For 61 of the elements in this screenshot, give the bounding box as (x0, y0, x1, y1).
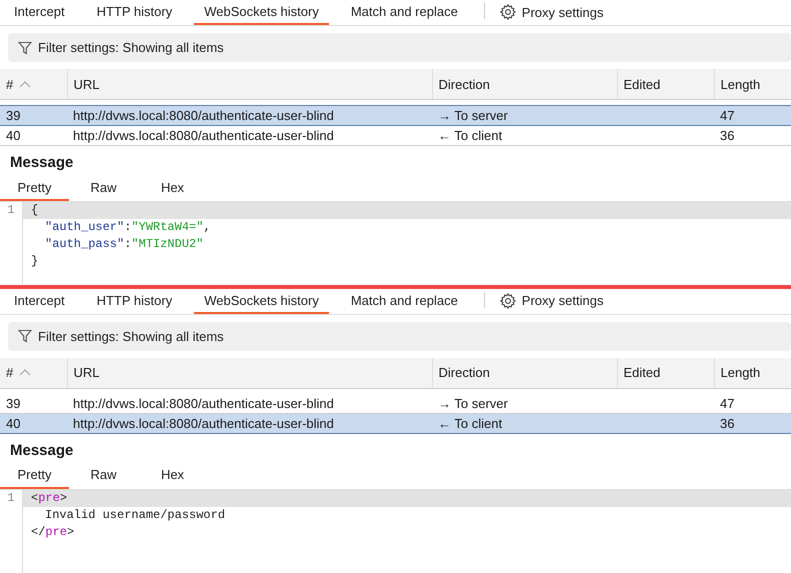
filter-icon (18, 329, 32, 343)
proxy-tab[interactable]: Match and replace (340, 292, 468, 314)
code-line: </pre> (30, 524, 76, 540)
filter-icon (18, 40, 32, 54)
column-header[interactable]: Edited (617, 358, 714, 388)
table-cell: → To server (438, 396, 508, 410)
proxy-settings-button[interactable]: Proxy settings (498, 292, 604, 314)
column-header[interactable]: # (0, 358, 67, 388)
table-row[interactable]: 40 http://dvws.local:8080/authenticate-user-blind ← To client 36 (0, 413, 791, 433)
table-cell: 40 (6, 416, 20, 430)
table-cell: ← To client (438, 128, 502, 143)
filter-settings-button[interactable]: Filter settings: Showing all items (18, 328, 224, 344)
table-cell: ← To client (438, 416, 502, 430)
proxy-tab[interactable]: WebSockets history (194, 292, 329, 314)
proxy-tab[interactable]: WebSockets history (194, 4, 329, 25)
table-cell: http://dvws.local:8080/authenticate-user-blind (73, 108, 334, 123)
column-header[interactable]: Direction (432, 358, 617, 388)
view-tab[interactable]: Raw (69, 462, 138, 488)
view-tab[interactable]: Raw (69, 175, 138, 201)
sort-ascending-icon (19, 369, 32, 376)
table-cell: 39 (6, 108, 20, 123)
message-title: Message (9, 153, 74, 173)
filter-settings-button[interactable]: Filter settings: Showing all items (18, 40, 224, 55)
column-header[interactable]: # (0, 69, 67, 100)
proxy-tab[interactable]: HTTP history (86, 4, 182, 25)
table-cell: 47 (720, 108, 734, 123)
column-header[interactable]: URL (67, 69, 432, 100)
line-number: 1 (7, 203, 15, 217)
message-title: Message (9, 440, 74, 460)
sort-ascending-icon (19, 80, 32, 88)
table-cell: 47 (720, 396, 734, 410)
proxy-tab[interactable]: Intercept (4, 292, 75, 314)
view-tab[interactable]: Hex (138, 175, 207, 201)
table-cell: 36 (720, 128, 734, 143)
proxy-settings-button[interactable]: Proxy settings (498, 3, 604, 25)
proxy-tab[interactable]: Intercept (4, 4, 75, 25)
proxy-tab[interactable]: Match and replace (340, 4, 468, 25)
table-cell: 36 (720, 416, 734, 430)
column-header[interactable]: Length (714, 69, 791, 100)
code-line: "auth_user":"YWRtaW4=", (44, 219, 212, 236)
table-row[interactable]: 39 http://dvws.local:8080/authenticate-user-blind → To server 47 (0, 394, 791, 413)
table-cell: http://dvws.local:8080/authenticate-user-blind (73, 416, 334, 430)
table-row[interactable]: 39 http://dvws.local:8080/authenticate-user-blind → To server 47 (0, 106, 791, 126)
table-cell: http://dvws.local:8080/authenticate-user-blind (73, 396, 334, 410)
column-header[interactable]: URL (67, 358, 432, 388)
table-cell: 39 (6, 396, 20, 410)
column-header[interactable]: Edited (617, 69, 714, 100)
table-cell: → To server (438, 108, 508, 123)
table-row[interactable]: 40 http://dvws.local:8080/authenticate-user-blind ← To client 36 (0, 126, 791, 146)
settings-icon (498, 3, 517, 21)
code-line: } (30, 253, 40, 270)
code-line: Invalid username/password (44, 506, 226, 524)
code-line: "auth_pass":"MTIzNDU2" (44, 236, 204, 253)
view-tab[interactable]: Hex (138, 462, 207, 488)
column-header[interactable]: Length (714, 358, 791, 388)
table-cell: http://dvws.local:8080/authenticate-user-blind (73, 128, 334, 143)
proxy-tab[interactable]: HTTP history (86, 292, 182, 314)
table-cell: 40 (6, 128, 20, 143)
column-header[interactable]: Direction (432, 69, 617, 100)
settings-icon (498, 292, 517, 310)
line-number: 1 (7, 490, 15, 504)
